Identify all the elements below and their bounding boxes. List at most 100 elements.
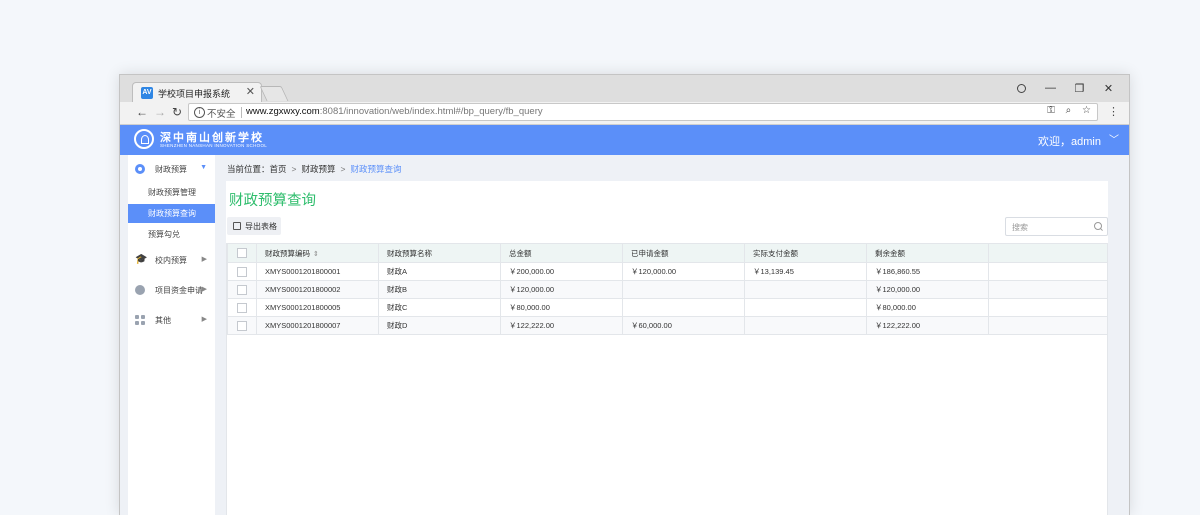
address-bar[interactable]: i 不安全 www.zgxwxy.com:8081/innovation/web… [188, 103, 1098, 121]
maximize-icon[interactable]: ❐ [1065, 82, 1094, 96]
cell-remaining: ￥186,860.55 [866, 262, 989, 281]
table-row[interactable]: XMYS0001201800005 财政C ￥80,000.00 ￥80,000… [227, 298, 1108, 317]
zoom-icon[interactable]: ⌕ [1066, 105, 1072, 116]
caret-right-icon: ▶ [201, 286, 207, 293]
caret-right-icon: ▶ [201, 316, 207, 323]
back-icon[interactable]: ← [136, 105, 148, 119]
column-header-paid: 实际支付金额 [744, 243, 867, 263]
row-select-cell [227, 262, 257, 281]
minimize-icon[interactable]: — [1036, 82, 1065, 96]
column-header-empty [988, 243, 1108, 263]
breadcrumb-prefix: 当前位置： [227, 164, 270, 174]
browser-window: AV 学校项目申报系统 ✕ — ❐ ✕ ← → ↻ i 不安全 www.zgxw… [119, 74, 1130, 515]
cell-applied: ￥60,000.00 [622, 316, 745, 335]
school-logo-icon [134, 129, 154, 149]
grid-icon [135, 315, 145, 325]
cell-total: ￥120,000.00 [500, 280, 623, 299]
cell-paid [744, 298, 867, 317]
row-checkbox[interactable] [237, 266, 247, 277]
sidebar-item-label: 预算勾兑 [148, 230, 180, 239]
cell-total: ￥200,000.00 [500, 262, 623, 281]
breadcrumb: 当前位置：首页 > 财政预算 > 财政预算查询 [227, 163, 402, 175]
account-icon[interactable] [1007, 82, 1036, 96]
table-header-row: 财政预算编码 ⇕ 财政预算名称 总金额 已申请金额 实际支付金额 剩余金额 [227, 243, 1108, 263]
sidebar-group-school-budget[interactable]: 🎓 校内预算 ▶ [128, 249, 215, 273]
row-checkbox[interactable] [237, 284, 247, 295]
close-window-icon[interactable]: ✕ [1094, 82, 1123, 96]
caret-right-icon: ▶ [201, 256, 207, 263]
sidebar-group-label: 财政预算 [155, 165, 187, 174]
new-tab-button[interactable] [259, 86, 289, 101]
cell-name: 财政B [378, 280, 501, 299]
cell-code: XMYS0001201800002 [256, 280, 379, 299]
search-input[interactable] [1010, 220, 1094, 235]
cell-code: XMYS0001201800001 [256, 262, 379, 281]
chevron-down-icon[interactable]: ﹀ [1109, 131, 1119, 146]
insecure-label: 不安全 [207, 109, 236, 120]
sidebar-item-budget-query[interactable]: 财政预算查询 [128, 204, 215, 223]
cell-paid [744, 316, 867, 335]
sidebar-group-label: 校内预算 [155, 256, 187, 265]
column-header-applied: 已申请金额 [622, 243, 745, 263]
reload-icon[interactable]: ↻ [172, 105, 182, 119]
graduation-cap-icon: 🎓 [135, 254, 148, 265]
tab-strip: AV 学校项目申报系统 ✕ — ❐ ✕ [120, 75, 1129, 104]
sidebar-item-budget-reconcile[interactable]: 预算勾兑 [128, 225, 215, 244]
cell-total: ￥122,222.00 [500, 316, 623, 335]
info-icon[interactable]: i [194, 107, 205, 118]
cell-applied [622, 298, 745, 317]
column-header-label: 财政预算编码 [265, 248, 310, 258]
sidebar-item-label: 财政预算查询 [148, 209, 196, 218]
table-row[interactable]: XMYS0001201800001 财政A ￥200,000.00 ￥120,0… [227, 262, 1108, 281]
row-select-cell [227, 280, 257, 299]
breadcrumb-current: 财政预算查询 [350, 164, 402, 174]
table-icon [233, 222, 241, 230]
breadcrumb-budget[interactable]: 财政预算 [302, 164, 336, 174]
table-row[interactable]: XMYS0001201800007 财政D ￥122,222.00 ￥60,00… [227, 316, 1108, 335]
sidebar-group-other[interactable]: 其他 ▶ [128, 309, 215, 333]
sidebar-group-project-funds[interactable]: 项目资金申请 ▶ [128, 279, 215, 303]
row-checkbox[interactable] [237, 302, 247, 313]
tab-title: 学校项目申报系统 [158, 89, 231, 99]
cell-remaining: ￥122,222.00 [866, 316, 989, 335]
welcome-text[interactable]: 欢迎，admin [1038, 133, 1101, 149]
table-border-right [1107, 243, 1108, 515]
export-table-button[interactable]: 导出表格 [227, 217, 281, 235]
sidebar-item-budget-manage[interactable]: 财政预算管理 [128, 183, 215, 202]
omnibox-icons: ⚿ ⌕ ☆ [1039, 105, 1091, 116]
row-checkbox[interactable] [237, 320, 247, 331]
forward-icon[interactable]: → [154, 105, 166, 119]
browser-tab[interactable]: AV 学校项目申报系统 ✕ [132, 82, 262, 104]
breadcrumb-separator: > [291, 164, 297, 174]
caret-down-icon: ▼ [200, 164, 207, 171]
cell-name: 财政A [378, 262, 501, 281]
bookmark-star-icon[interactable]: ☆ [1082, 105, 1091, 116]
cell-paid [744, 280, 867, 299]
export-label: 导出表格 [245, 222, 277, 231]
tab-close-icon[interactable]: ✕ [246, 85, 255, 98]
logo-subtitle: SHENZHEN NANSHAN INNOVATION SCHOOL [160, 143, 268, 148]
select-all-cell [227, 243, 257, 263]
row-select-cell [227, 298, 257, 317]
browser-menu-icon[interactable]: ⋮ [1108, 105, 1119, 118]
select-all-checkbox[interactable] [237, 248, 247, 258]
column-header-code[interactable]: 财政预算编码 ⇕ [256, 243, 379, 263]
row-select-cell [227, 316, 257, 335]
cell-code: XMYS0001201800005 [256, 298, 379, 317]
cell-empty [988, 280, 1108, 299]
sort-icon[interactable]: ⇕ [313, 251, 319, 258]
breadcrumb-home[interactable]: 首页 [270, 164, 287, 174]
sidebar-group-label: 项目资金申请 [155, 286, 203, 295]
column-header-remaining: 剩余金额 [866, 243, 989, 263]
favicon-icon: AV [141, 87, 153, 99]
cell-paid: ￥13,139.45 [744, 262, 867, 281]
table-border-left [226, 243, 227, 515]
window-controls: — ❐ ✕ [1007, 82, 1123, 96]
key-icon[interactable]: ⚿ [1047, 105, 1055, 116]
cell-name: 财政C [378, 298, 501, 317]
url-text[interactable]: www.zgxwxy.com:8081/innovation/web/index… [246, 106, 543, 117]
search-icon[interactable] [1094, 222, 1102, 230]
table-row[interactable]: XMYS0001201800002 财政B ￥120,000.00 ￥120,0… [227, 280, 1108, 299]
cell-remaining: ￥120,000.00 [866, 280, 989, 299]
sidebar-group-budget[interactable]: 财政预算 ▼ [128, 158, 215, 182]
